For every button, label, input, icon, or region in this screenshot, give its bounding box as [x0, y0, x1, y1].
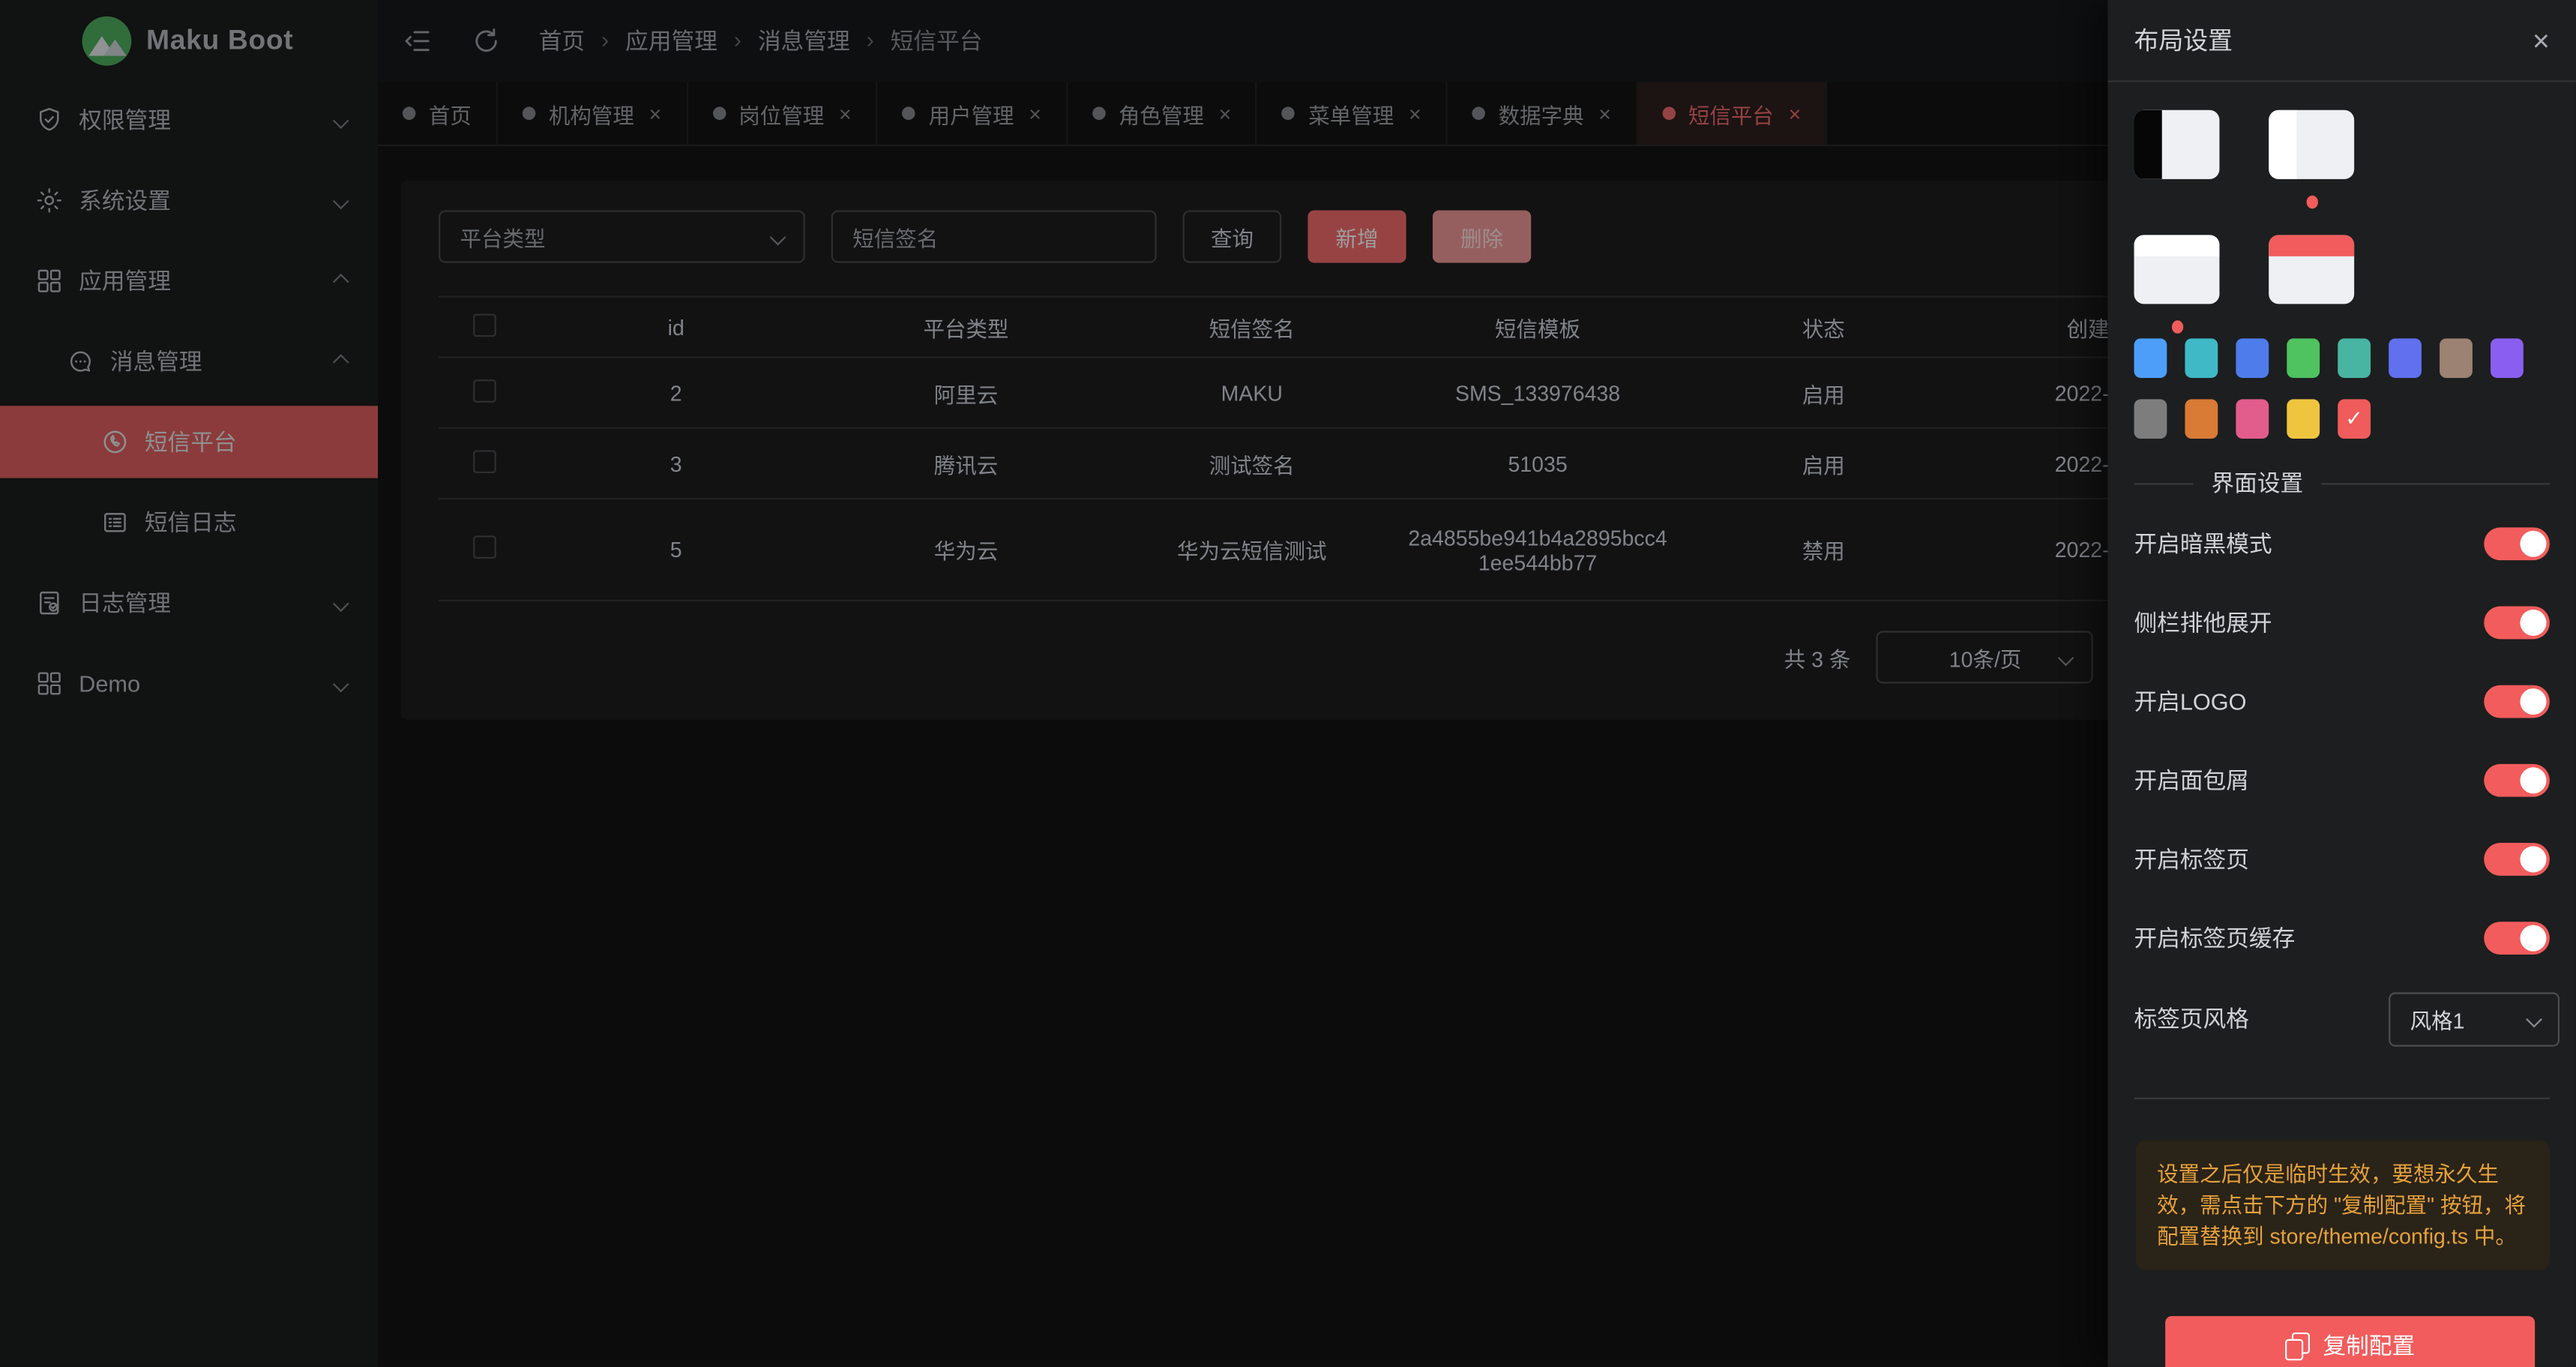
- setting-label: 侧栏排他展开: [2134, 607, 2272, 640]
- toggle-侧栏排他展开[interactable]: [2484, 607, 2550, 640]
- tab-style-select[interactable]: 风格1: [2389, 991, 2560, 1045]
- layout-option-light-sidebar: [2269, 110, 2354, 179]
- theme-color-swatch[interactable]: [2287, 399, 2320, 439]
- layout-option-primary-header: [2269, 235, 2354, 304]
- setting-label: 开启LOGO: [2134, 685, 2246, 718]
- selected-dot: [2305, 196, 2317, 209]
- close-icon[interactable]: ×: [2533, 25, 2550, 55]
- setting-label: 开启暗黑模式: [2134, 527, 2272, 560]
- toggle-开启标签页[interactable]: [2484, 843, 2550, 876]
- theme-color-swatch[interactable]: [2185, 399, 2218, 439]
- setting-row: 开启标签页缓存: [2134, 899, 2549, 978]
- section-divider: 界面设置: [2134, 470, 2549, 496]
- tab-style-value: 风格1: [2410, 1003, 2465, 1035]
- setting-row: 开启暗黑模式: [2134, 505, 2549, 583]
- layout-settings-drawer: 布局设置 × ✓ 界面设置 开启暗黑模式侧栏排他展开开启LOGO 开启面包屑开启标…: [2107, 0, 2576, 1367]
- theme-color-swatch[interactable]: [2287, 338, 2320, 378]
- copy-config-label: 复制配置: [2323, 1330, 2415, 1363]
- app-root: Maku Boot 权限管理系统设置应用管理消息管理短信平台短信日志日志管理De…: [0, 0, 2576, 1367]
- toggle-开启暗黑模式[interactable]: [2484, 527, 2550, 560]
- theme-color-swatch[interactable]: [2491, 338, 2524, 378]
- selected-dot: [2171, 320, 2182, 334]
- section-title: 界面设置: [2193, 470, 2321, 496]
- theme-color-swatch[interactable]: [2338, 338, 2371, 378]
- setting-row: 开启面包屑: [2134, 741, 2549, 820]
- drawer-title: 布局设置: [2134, 23, 2233, 58]
- theme-color-swatch[interactable]: [2389, 338, 2422, 378]
- tab-style-row: 标签页风格 风格1: [2134, 979, 2560, 1058]
- theme-color-swatch[interactable]: [2185, 338, 2218, 378]
- setting-row: 开启LOGO: [2134, 662, 2549, 741]
- interface-switches: 开启暗黑模式侧栏排他展开开启LOGO 开启面包屑开启标签页开启标签页缓存: [2134, 505, 2549, 978]
- theme-color-swatch[interactable]: [2134, 338, 2167, 378]
- layout-option-dark-sidebar: [2134, 110, 2219, 179]
- tab-style-label: 标签页风格: [2134, 1003, 2248, 1036]
- setting-label: 开启标签页: [2134, 843, 2248, 876]
- theme-color-swatch[interactable]: [2440, 338, 2473, 378]
- setting-row: 侧栏排他展开: [2134, 583, 2549, 662]
- divider: [2134, 1098, 2549, 1099]
- copy-config-button[interactable]: 复制配置: [2165, 1316, 2535, 1367]
- theme-color-swatch[interactable]: [2236, 399, 2269, 439]
- toggle-开启LOGO[interactable]: [2484, 685, 2550, 718]
- theme-color-swatch[interactable]: [2236, 338, 2269, 378]
- setting-label: 开启面包屑: [2134, 764, 2248, 797]
- config-note: 设置之后仅是临时生效，要想永久生效，需点击下方的 "复制配置" 按钮，将配置替换…: [2136, 1141, 2550, 1270]
- setting-row: 开启标签页: [2134, 820, 2549, 898]
- chevron-down-icon: [2526, 1011, 2542, 1027]
- copy-icon: [2285, 1333, 2310, 1359]
- layout-thumbnail-dark-sidebar[interactable]: [2134, 110, 2219, 179]
- layout-thumbnail-light-header[interactable]: [2134, 235, 2219, 304]
- layout-option-group: [2134, 110, 2354, 304]
- theme-color-group: ✓: [2134, 338, 2545, 439]
- layout-option-light-header: [2134, 235, 2219, 304]
- theme-color-swatch[interactable]: [2134, 399, 2167, 439]
- setting-label: 开启标签页缓存: [2134, 922, 2295, 955]
- toggle-开启标签页缓存[interactable]: [2484, 922, 2550, 955]
- toggle-开启面包屑[interactable]: [2484, 764, 2550, 797]
- layout-thumbnail-primary-header[interactable]: [2269, 235, 2354, 304]
- layout-thumbnail-light-sidebar[interactable]: [2269, 110, 2354, 179]
- theme-color-swatch-selected[interactable]: ✓: [2338, 399, 2371, 439]
- drawer-header: 布局设置 ×: [2107, 0, 2576, 82]
